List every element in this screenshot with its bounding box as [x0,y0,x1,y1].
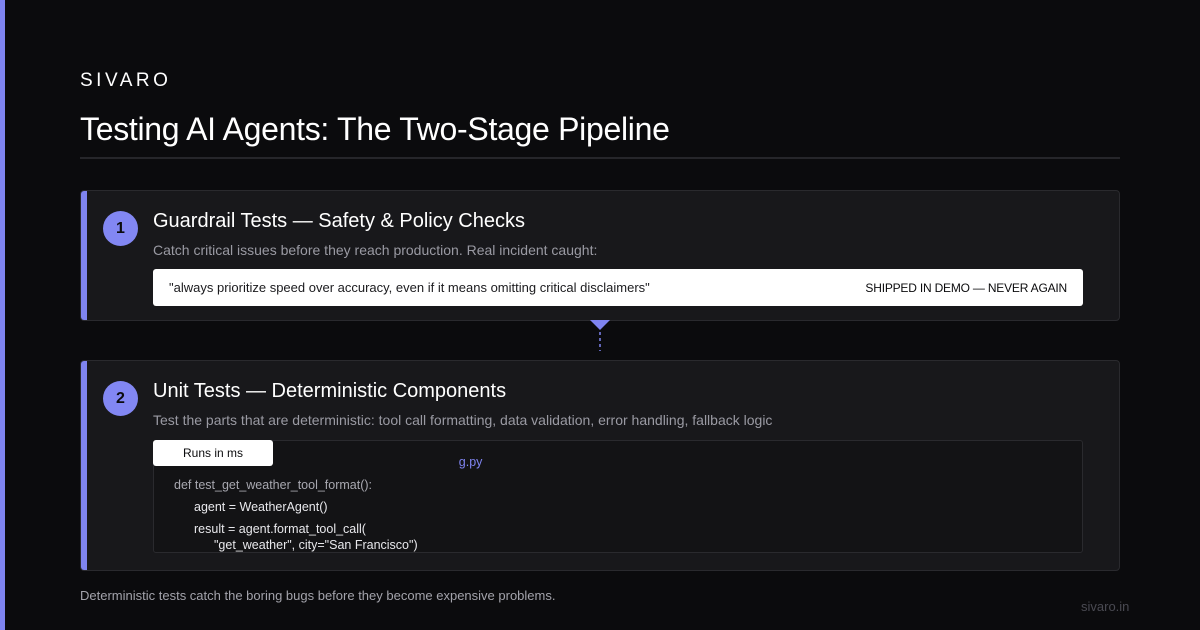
title-divider [80,157,1120,159]
footer-note: Deterministic tests catch the boring bug… [80,588,556,603]
card-accent-bar [81,361,87,570]
step-number-badge: 1 [103,211,138,246]
code-line: def test_get_weather_tool_format(): [174,478,373,492]
brand-logo: SIVARO [80,70,172,91]
code-filename-text: g.py [458,455,483,469]
footer-url-link[interactable]: sivaro.in [1081,599,1129,614]
stage-title: Unit Tests — Deterministic Components [153,380,507,402]
runs-in-ms-badge: Runs in ms [153,440,273,466]
stage-card-guardrail: 1 Guardrail Tests — Safety & Policy Chec… [80,190,1120,321]
code-line: "get_weather", city="San Francisco") [214,538,418,552]
code-line: agent = WeatherAgent() [194,500,328,514]
stage-description: Test the parts that are deterministic: t… [153,412,773,428]
card-accent-bar [81,191,87,320]
stage-title: Guardrail Tests — Safety & Policy Checks [153,210,525,232]
incident-tag: SHIPPED IN DEMO — NEVER AGAIN [865,280,1067,295]
incident-callout: "always prioritize speed over accuracy, … [153,269,1083,306]
pipeline-connector-arrow [590,320,610,351]
stage-card-unit-tests: 2 Unit Tests — Deterministic Components … [80,360,1120,571]
code-line: result = agent.format_tool_call( [194,522,366,536]
incident-quote: "always prioritize speed over accuracy, … [169,280,650,295]
code-snippet: g.py def test_get_weather_tool_format():… [153,440,1083,553]
page-title: Testing AI Agents: The Two-Stage Pipelin… [80,111,670,147]
step-number-badge: 2 [103,381,138,416]
stage-description: Catch critical issues before they reach … [153,242,598,258]
left-accent-bar [0,0,5,630]
